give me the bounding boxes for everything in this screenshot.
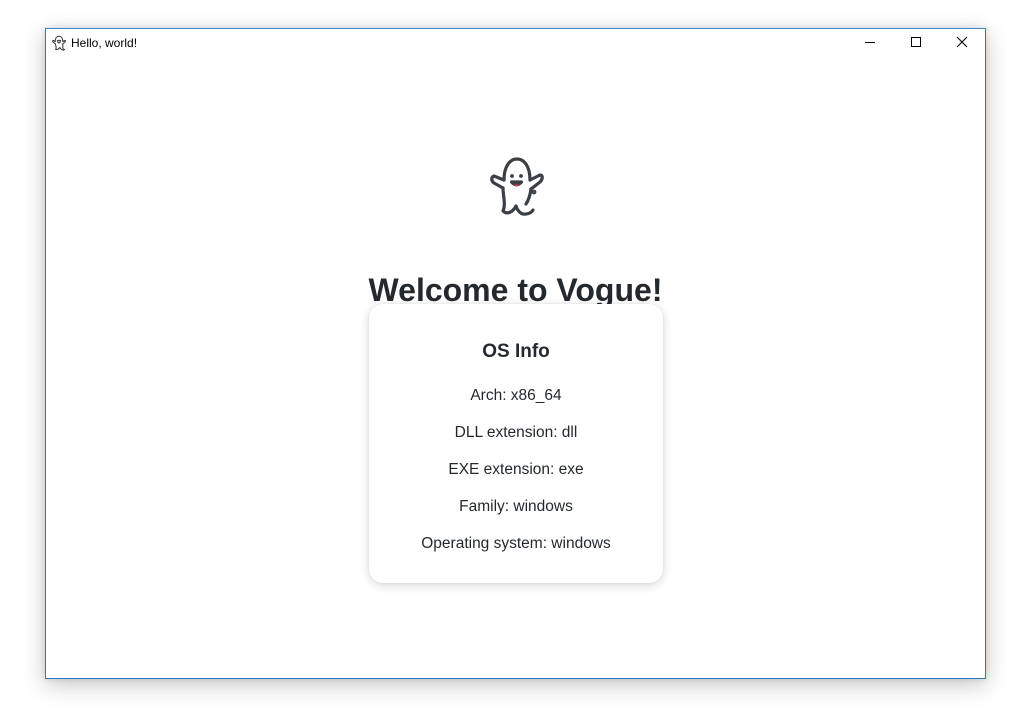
info-family: Family: windows <box>459 498 573 515</box>
info-arch: Arch: x86_64 <box>470 387 562 404</box>
info-exe-extension: EXE extension: exe <box>448 461 584 478</box>
window-content: Welcome to Vogue! OS Info Arch: x86_64 D… <box>46 59 985 678</box>
os-info-card: OS Info Arch: x86_64 DLL extension: dll … <box>369 304 663 583</box>
card-title: OS Info <box>482 341 550 362</box>
close-icon <box>956 35 968 53</box>
ghost-icon <box>50 34 68 52</box>
app-window: Hello, world! Welcome to Vogue! OS Info … <box>45 28 986 679</box>
window-title: Hello, world! <box>71 36 138 50</box>
title-bar[interactable]: Hello, world! <box>46 29 985 59</box>
minimize-icon <box>864 35 876 53</box>
os-info-list: Arch: x86_64 DLL extension: dll EXE exte… <box>369 386 663 571</box>
info-operating-system: Operating system: windows <box>421 535 611 552</box>
ghost-icon <box>482 152 550 220</box>
maximize-button[interactable] <box>893 29 939 58</box>
minimize-button[interactable] <box>847 29 893 58</box>
info-dll-extension: DLL extension: dll <box>454 424 578 441</box>
close-button[interactable] <box>939 29 985 58</box>
maximize-icon <box>910 35 922 53</box>
